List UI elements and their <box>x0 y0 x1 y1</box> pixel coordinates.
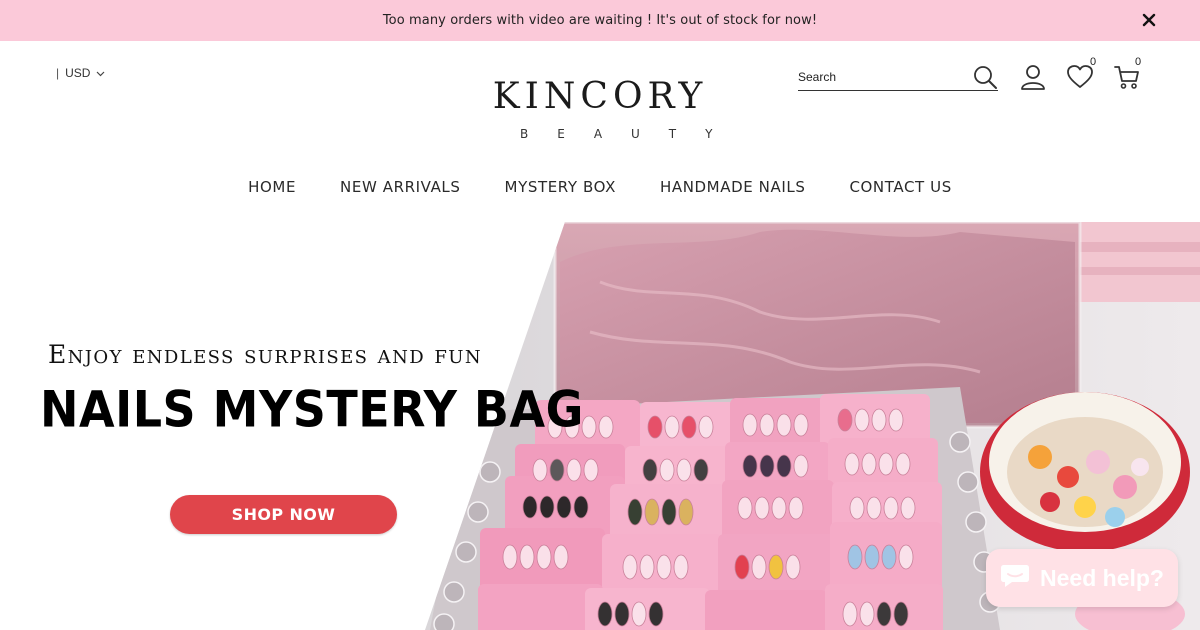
wishlist-count: 0 <box>1090 56 1097 68</box>
logo-wordmark: KINCORY <box>492 76 708 117</box>
cart-count: 0 <box>1135 56 1142 68</box>
chat-label: Need help? <box>1040 564 1164 591</box>
search-icon[interactable] <box>972 64 998 90</box>
hero-subtitle: Enjoy endless surprises and fun <box>48 340 483 369</box>
nav-item-contact-us[interactable]: CONTACT US <box>849 178 951 196</box>
nav-item-handmade-nails[interactable]: HANDMADE NAILS <box>660 178 806 196</box>
chat-widget-button[interactable]: Need help? <box>986 549 1178 607</box>
shop-now-button[interactable]: SHOP NOW <box>170 495 397 534</box>
logo-subtitle: BEAUTY <box>520 127 742 141</box>
search-bar <box>798 63 998 91</box>
chat-bubble-icon <box>1000 563 1030 594</box>
main-nav: HOME NEW ARRIVALS MYSTERY BOX HANDMADE N… <box>0 178 1200 196</box>
site-logo[interactable]: KINCORY BEAUTY <box>490 76 742 142</box>
close-icon[interactable] <box>1138 9 1160 31</box>
currency-value: USD <box>65 66 91 80</box>
currency-selector[interactable]: | USD <box>56 66 105 80</box>
hero-title: NAILS MYSTERY BAG <box>40 380 584 439</box>
announcement-bar: Too many orders with video are waiting !… <box>0 0 1200 41</box>
account-icon[interactable] <box>1019 63 1047 91</box>
nav-item-home[interactable]: HOME <box>248 178 296 196</box>
chevron-down-icon <box>96 66 105 80</box>
announcement-text: Too many orders with video are waiting !… <box>382 13 818 28</box>
nav-item-new-arrivals[interactable]: NEW ARRIVALS <box>340 178 460 196</box>
currency-separator: | <box>56 66 60 80</box>
nav-item-mystery-box[interactable]: MYSTERY BOX <box>505 178 616 196</box>
site-header: | USD KINCORY BEAUTY 0 0 HOME NEW ARRIVA… <box>0 41 1200 222</box>
search-input[interactable] <box>798 69 968 84</box>
